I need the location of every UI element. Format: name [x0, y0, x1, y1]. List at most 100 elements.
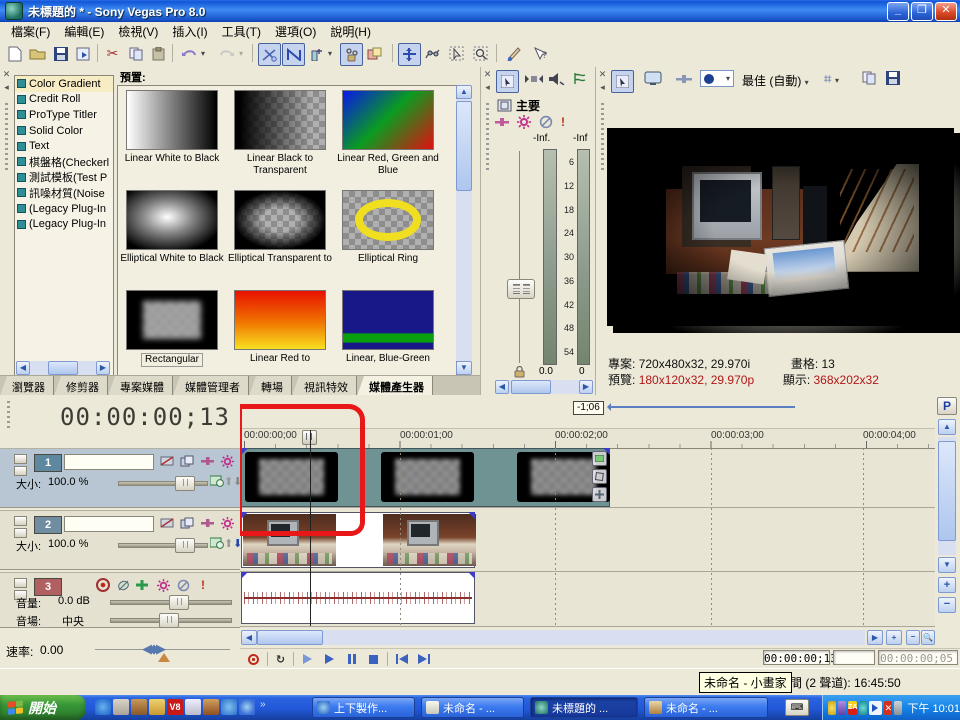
save-frame-icon[interactable]	[886, 71, 900, 85]
event-generated-media-icon[interactable]	[592, 487, 607, 502]
arrow-up-icon[interactable]: ⬆	[224, 475, 233, 488]
downmix-icon[interactable]	[525, 73, 543, 85]
compositing-icon[interactable]	[495, 118, 509, 126]
vegas-icon[interactable]: V8	[167, 699, 183, 715]
timeline-vscrollbar[interactable]: P ▲ ▼ + −	[935, 395, 960, 628]
preset-item[interactable]: Linear Red to	[228, 290, 332, 365]
mixer-collapse-icon[interactable]: ◂	[481, 82, 494, 93]
track-volume-value[interactable]: 0.0 dB	[58, 595, 90, 607]
timeline-big-time[interactable]: 00:00:00;13	[60, 403, 230, 431]
preset-thumbnail[interactable]	[342, 90, 434, 150]
preset-item[interactable]: Linear White to Black	[120, 90, 224, 165]
zoom-tool-icon[interactable]	[470, 43, 491, 64]
copy-frame-icon[interactable]	[862, 71, 876, 85]
menu-tools[interactable]: 工具(T)	[215, 21, 268, 42]
preset-item[interactable]: Elliptical White to Black	[120, 190, 224, 265]
video-output-fx-icon[interactable]	[676, 75, 692, 83]
open-icon[interactable]	[27, 43, 48, 64]
scroll-down-icon[interactable]: ▼	[938, 557, 956, 573]
track-pan-value[interactable]: 中央	[62, 613, 84, 629]
media-player-icon[interactable]	[239, 699, 255, 715]
generator-item[interactable]: Text	[15, 138, 113, 154]
new-project-icon[interactable]	[4, 43, 25, 64]
record-button[interactable]	[244, 651, 263, 667]
bypass-motion-blur-icon[interactable]	[160, 454, 174, 468]
generator-item[interactable]: Solid Color	[15, 123, 113, 139]
track-volume-slider[interactable]	[110, 600, 232, 605]
zoom-out-vertical-icon[interactable]: −	[938, 597, 956, 613]
preset-thumbnail[interactable]	[126, 90, 218, 150]
scroll-down-icon[interactable]: ▼	[456, 361, 472, 375]
master-fader-handle[interactable]	[507, 279, 535, 299]
arrow-up-icon[interactable]: ⬆	[224, 537, 233, 550]
book-icon[interactable]	[203, 699, 219, 715]
preset-thumbnail[interactable]	[126, 290, 218, 350]
input-method-button[interactable]: ⌨	[785, 699, 809, 716]
copy-icon[interactable]	[125, 43, 146, 64]
tray-icon-1[interactable]	[828, 701, 836, 715]
dock-grip[interactable]: ✕ ◂	[0, 69, 13, 189]
lock-fader-icon[interactable]	[514, 366, 525, 378]
menu-help[interactable]: 說明(H)	[323, 21, 378, 42]
go-to-start-button[interactable]	[392, 651, 411, 667]
split-screen-select[interactable]: ▾	[700, 70, 734, 87]
track-header-2[interactable]: 2 ! 大小: 100.0 % ⬆ ⬇	[0, 510, 240, 570]
browser-icon[interactable]	[221, 699, 237, 715]
slider-handle[interactable]	[169, 595, 189, 610]
mute-icon[interactable]	[176, 578, 190, 592]
slider-handle[interactable]	[159, 613, 179, 628]
preset-item[interactable]: Linear Black to Transparent	[228, 90, 332, 177]
track-header-3[interactable]: 3 ! 音量: 0.0 dB 音場: 中央	[0, 572, 240, 628]
scroll-right-icon[interactable]: ▶	[96, 361, 110, 375]
track-number-badge[interactable]: 1	[34, 454, 62, 472]
preview-quality-select[interactable]: 最佳 (自動) ▾	[742, 72, 809, 89]
preview-properties-icon[interactable]	[611, 70, 634, 93]
auto-ripple-icon[interactable]	[306, 43, 327, 64]
mixer-close-icon[interactable]: ✕	[481, 69, 494, 80]
paste-icon[interactable]	[148, 43, 169, 64]
save-icon[interactable]	[50, 43, 71, 64]
tray-icon-2[interactable]	[838, 701, 846, 715]
mixer-hscrollbar[interactable]: ◀ ▶	[495, 380, 593, 394]
track-fx-icon[interactable]	[220, 516, 234, 530]
scroll-up-icon[interactable]: ▲	[456, 85, 472, 99]
tab-media-manager[interactable]: 媒體管理者	[173, 376, 249, 396]
solo-icon[interactable]: !	[196, 578, 210, 592]
stop-button[interactable]	[364, 651, 383, 667]
solo-icon[interactable]: !	[561, 115, 565, 129]
ignore-grouping-icon[interactable]	[364, 43, 385, 64]
track-minimize-buttons[interactable]	[14, 516, 27, 540]
timeline-area[interactable]: -1;06 00:00:00;00 00:00:01;00 00:00:02;0…	[240, 395, 935, 628]
track-motion-icon[interactable]	[180, 454, 194, 468]
generator-item[interactable]: (Legacy Plug-In	[15, 216, 113, 232]
dock-close-icon[interactable]: ✕	[0, 69, 13, 80]
taskbar-window-1[interactable]: 上下製作...	[312, 697, 415, 718]
track-number-badge[interactable]: 3	[34, 578, 62, 596]
pause-button[interactable]	[342, 651, 361, 667]
mixer-grip[interactable]: ✕ ◂	[481, 69, 494, 189]
pen-tool-icon[interactable]	[503, 43, 524, 64]
timeline-grip[interactable]	[7, 401, 10, 429]
dim-output-icon[interactable]	[549, 73, 565, 85]
preset-thumbnail[interactable]	[234, 90, 326, 150]
menu-edit[interactable]: 編輯(E)	[57, 21, 111, 42]
track-header-1[interactable]: 1 ! 大小: 100.0 % ⬆ ⬇	[0, 448, 240, 508]
snap-toggle-icon[interactable]	[258, 43, 281, 66]
envelope-tool-icon[interactable]	[422, 43, 443, 64]
track-size-value[interactable]: 100.0 %	[48, 538, 88, 550]
minimize-button[interactable]: _	[887, 2, 909, 21]
track-fx-icon[interactable]	[156, 578, 170, 592]
tray-play-icon[interactable]	[869, 701, 882, 715]
scroll-left-icon[interactable]: ◀	[241, 630, 257, 645]
bypass-motion-blur-icon[interactable]	[160, 516, 174, 530]
event-pan-crop-icon[interactable]	[592, 469, 607, 484]
tray-close-icon[interactable]: ✕	[884, 701, 892, 715]
tab-explorer[interactable]: 瀏覽器	[0, 376, 54, 396]
winamp-icon[interactable]	[131, 699, 147, 715]
bus-fx-icon[interactable]	[517, 115, 531, 129]
outlook-icon[interactable]	[113, 699, 129, 715]
menu-view[interactable]: 檢視(V)	[111, 21, 165, 42]
cursor-time-display[interactable]: 00:00:00;13	[763, 650, 830, 665]
overlay-grid-select[interactable]: ⌗ ▾	[824, 71, 839, 87]
preset-thumbnail[interactable]	[342, 290, 434, 350]
